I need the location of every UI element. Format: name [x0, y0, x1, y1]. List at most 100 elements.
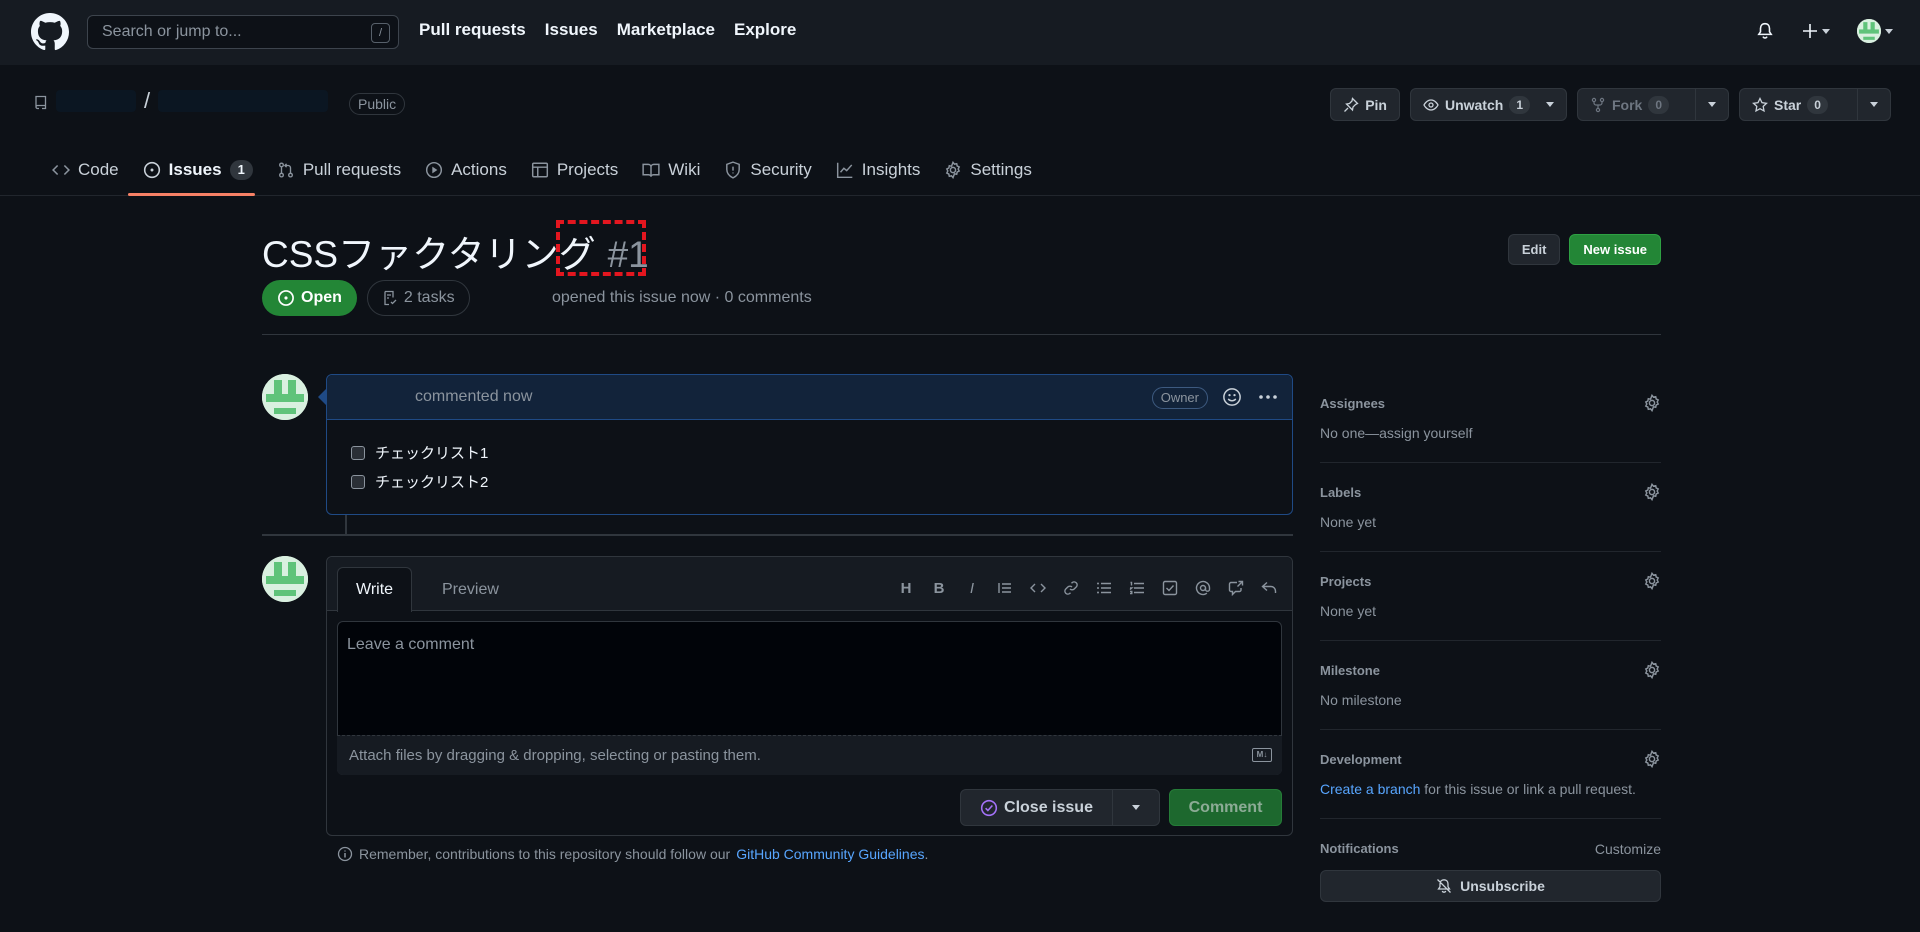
chevron-down-icon	[1822, 28, 1830, 34]
close-issue-button[interactable]: Close issue	[960, 789, 1113, 826]
check-circle-icon	[980, 799, 998, 816]
gear-icon[interactable]	[1643, 483, 1661, 501]
comment-timestamp: commented now	[415, 388, 533, 405]
gear-icon[interactable]	[1643, 394, 1661, 412]
nav-issues[interactable]: Issues	[545, 20, 598, 40]
quote-icon[interactable]	[996, 579, 1014, 597]
italic-icon[interactable]: I	[963, 579, 981, 597]
github-logo-icon[interactable]	[31, 13, 69, 51]
gear-icon[interactable]	[1643, 661, 1661, 679]
repo-path-separator: /	[144, 88, 151, 113]
task-label: チェックリスト1	[375, 445, 489, 462]
guidelines-link[interactable]: GitHub Community Guidelines	[736, 846, 924, 862]
gear-icon[interactable]	[1643, 750, 1661, 768]
star-dropdown-button[interactable]	[1858, 88, 1891, 121]
header-divider	[262, 334, 1661, 335]
edit-button[interactable]: Edit	[1507, 234, 1561, 265]
user-menu[interactable]	[1856, 19, 1894, 43]
tab-pull-requests[interactable]: Pull requests	[265, 155, 413, 185]
markdown-icon[interactable]: M↓	[1252, 748, 1272, 762]
pin-button[interactable]: Pin	[1330, 88, 1400, 121]
customize-link[interactable]: Customize	[1595, 841, 1661, 857]
star-button[interactable]: Star 0	[1739, 88, 1858, 121]
tab-security[interactable]: Security	[712, 155, 823, 185]
tab-preview[interactable]: Preview	[424, 567, 517, 612]
task-list-icon[interactable]	[1161, 579, 1179, 597]
issue-title-text: CSSファクタリング	[262, 234, 596, 275]
book-icon	[642, 163, 660, 177]
gear-icon	[946, 161, 961, 179]
pin-icon	[1344, 96, 1359, 112]
sidebar-labels: Labels None yet	[1320, 463, 1661, 552]
search-input[interactable]: Search or jump to... /	[87, 15, 399, 49]
tab-wiki[interactable]: Wiki	[630, 155, 712, 185]
tasks-label: 2 tasks	[403, 289, 455, 306]
nav-pull-requests[interactable]: Pull requests	[419, 20, 526, 40]
checklist-icon	[384, 290, 397, 306]
tab-write[interactable]: Write	[337, 567, 413, 612]
close-issue-group: Close issue	[960, 789, 1160, 826]
fork-icon	[1591, 97, 1605, 112]
cross-reference-icon[interactable]	[1227, 579, 1245, 597]
unsubscribe-button[interactable]: Unsubscribe	[1320, 870, 1661, 902]
guidelines-note: Remember, contributions to this reposito…	[337, 846, 928, 862]
repo-title-redacted[interactable]	[158, 90, 329, 112]
link-icon[interactable]	[1062, 579, 1080, 597]
nav-marketplace[interactable]: Marketplace	[617, 20, 715, 40]
tab-projects[interactable]: Projects	[519, 155, 630, 185]
tab-settings[interactable]: Settings	[932, 155, 1043, 185]
repo-tabs: Code Issues 1 Pull requests Actions Proj…	[40, 155, 1044, 185]
repo-owner-redacted[interactable]	[56, 90, 136, 112]
fork-button-group: Fork 0	[1577, 88, 1729, 121]
close-issue-dropdown[interactable]	[1113, 789, 1160, 826]
tab-issues[interactable]: Issues 1	[131, 155, 265, 185]
sidebar-assignees: Assignees No one—assign yourself	[1320, 374, 1661, 463]
smiley-icon[interactable]	[1222, 387, 1242, 407]
task-label: チェックリスト2	[375, 474, 489, 491]
fork-dropdown-button[interactable]	[1696, 88, 1729, 121]
nav-explore[interactable]: Explore	[734, 20, 796, 40]
sidebar-milestone: Milestone No milestone	[1320, 641, 1661, 730]
projects-value: None yet	[1320, 603, 1377, 619]
tab-label: Security	[750, 160, 812, 179]
task-checkbox[interactable]	[351, 474, 365, 489]
attach-hint: Attach files by dragging & dropping, sel…	[349, 747, 761, 764]
avatar	[1857, 19, 1881, 43]
heading-icon[interactable]: H	[897, 579, 915, 597]
milestone-value: No milestone	[1320, 692, 1402, 708]
reply-icon[interactable]	[1260, 579, 1278, 597]
tab-code[interactable]: Code	[40, 155, 131, 185]
create-branch-link[interactable]: Create a branch	[1320, 781, 1420, 797]
repo-name[interactable]: /	[56, 88, 329, 114]
fork-button[interactable]: Fork 0	[1577, 88, 1696, 121]
kebab-menu-icon[interactable]	[1258, 387, 1278, 407]
status-label: Open	[301, 289, 342, 306]
assignees-value[interactable]: No one—assign yourself	[1320, 425, 1661, 441]
code-icon[interactable]	[1029, 579, 1047, 597]
bold-icon[interactable]: B	[930, 579, 948, 597]
comment-button[interactable]: Comment	[1169, 789, 1282, 826]
tab-actions[interactable]: Actions	[413, 155, 519, 185]
gear-icon[interactable]	[1643, 572, 1661, 590]
issues-count: 1	[229, 160, 253, 180]
tab-label: Projects	[556, 160, 619, 179]
file-attachment-zone[interactable]: Attach files by dragging & dropping, sel…	[337, 735, 1282, 775]
mention-icon[interactable]	[1194, 579, 1212, 597]
search-placeholder: Search or jump to...	[102, 23, 242, 40]
issue-number-highlight	[556, 220, 646, 276]
bell-icon[interactable]	[1754, 20, 1776, 42]
tab-insights[interactable]: Insights	[824, 155, 933, 185]
task-checkbox[interactable]	[351, 445, 365, 460]
unwatch-button[interactable]: Unwatch 1	[1409, 88, 1567, 121]
create-new-menu[interactable]	[1798, 20, 1834, 42]
avatar[interactable]	[262, 556, 308, 602]
guidelines-suffix: .	[924, 846, 929, 862]
unordered-list-icon[interactable]	[1095, 579, 1113, 597]
search-shortcut-hint: /	[371, 23, 390, 43]
avatar[interactable]	[262, 374, 308, 420]
new-issue-button[interactable]: New issue	[1569, 234, 1661, 265]
comment-placeholder: Leave a comment	[347, 636, 475, 653]
chevron-down-icon	[1546, 102, 1554, 107]
tasks-badge[interactable]: 2 tasks	[366, 280, 470, 316]
ordered-list-icon[interactable]	[1128, 579, 1146, 597]
